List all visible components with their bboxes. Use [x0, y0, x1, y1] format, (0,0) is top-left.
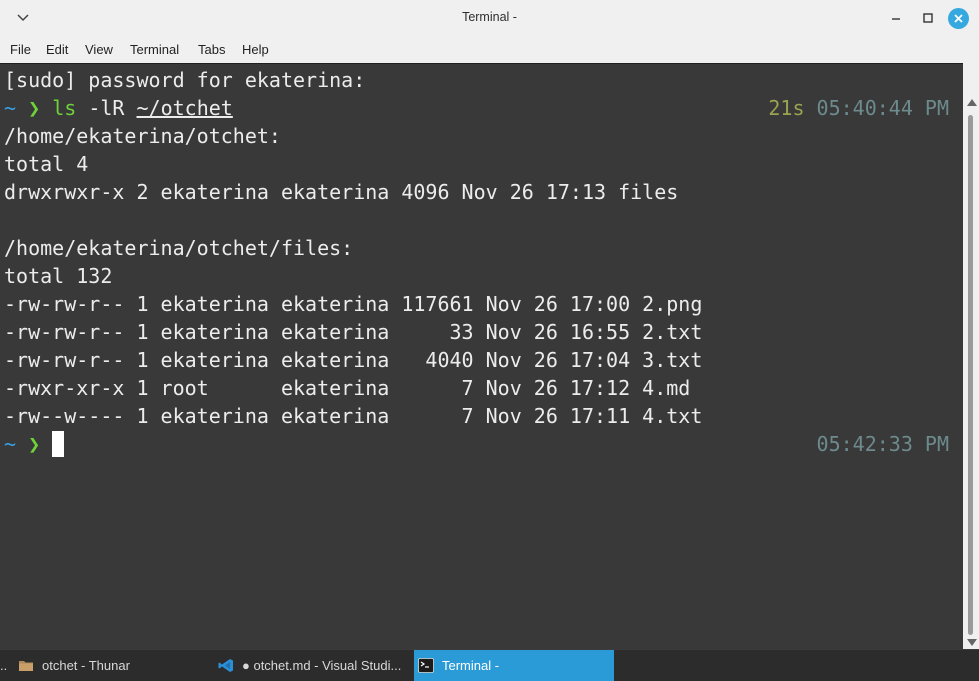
folder-icon	[19, 661, 33, 671]
window-title: Terminal -	[462, 10, 517, 24]
vscode-icon	[218, 659, 233, 672]
maximize-icon[interactable]	[918, 8, 938, 28]
command-flags: -lR	[76, 96, 137, 120]
taskbar-item-terminal[interactable]: Terminal -	[414, 650, 614, 681]
taskbar-overflow[interactable]: ..	[0, 650, 14, 681]
sudo-line: [sudo] password for ekaterina:	[4, 68, 366, 92]
output-line: /home/ekaterina/otchet/files:	[4, 236, 354, 260]
menu-terminal[interactable]: Terminal	[130, 42, 179, 57]
command-path: ~/otchet	[136, 96, 233, 120]
menu-edit[interactable]: Edit	[46, 42, 68, 57]
text-cursor	[52, 431, 65, 457]
output-line: -rw-rw-r-- 1 ekaterina ekaterina 33 Nov …	[4, 320, 703, 344]
menu-view[interactable]: View	[85, 42, 113, 57]
vertical-scrollbar[interactable]	[963, 63, 979, 649]
prompt-time: 05:42:33 PM	[816, 432, 949, 456]
command-line-1: ~ ❯ ls -lR ~/otchet	[4, 94, 233, 122]
menu-help[interactable]: Help	[242, 42, 269, 57]
output-line: total 4	[4, 152, 89, 176]
command-time: 05:40:44 PM	[816, 96, 949, 120]
command-program: ls	[52, 96, 77, 120]
scroll-down-arrow-icon[interactable]	[967, 639, 977, 646]
output-line: drwxrwxr-x 2 ekaterina ekaterina 4096 No…	[4, 180, 679, 204]
taskbar: .. otchet - Thunar ● otchet.md - Visual …	[0, 649, 979, 681]
menu-file[interactable]: File	[10, 42, 31, 57]
taskbar-item-thunar[interactable]: otchet - Thunar	[14, 650, 214, 681]
terminal-output[interactable]: [sudo] password for ekaterina: ~ ❯ ls -l…	[0, 63, 963, 649]
menu-bar: File Edit View Terminal Tabs Help	[0, 38, 979, 62]
taskbar-item-vscode[interactable]: ● otchet.md - Visual Studi...	[214, 650, 414, 681]
taskbar-item-label: Terminal -	[442, 658, 500, 673]
scroll-up-arrow-icon[interactable]	[967, 99, 977, 106]
prompt-chevron: ❯	[28, 96, 41, 120]
prompt-chevron: ❯	[28, 432, 41, 456]
scroll-thumb[interactable]	[968, 115, 973, 635]
terminal-window: Terminal - File Edit View Terminal Tabs …	[0, 0, 979, 649]
output-line: total 132	[4, 264, 113, 288]
menu-tabs[interactable]: Tabs	[198, 42, 225, 57]
minimize-icon[interactable]	[886, 8, 906, 28]
taskbar-overflow-label: ..	[0, 658, 8, 673]
command-line-2: ~ ❯	[4, 430, 65, 458]
taskbar-item-label: ● otchet.md - Visual Studi...	[242, 658, 402, 673]
output-line: -rw--w---- 1 ekaterina ekaterina 7 Nov 2…	[4, 404, 703, 428]
prompt-tilde: ~	[4, 432, 17, 456]
close-icon[interactable]	[948, 8, 969, 29]
output-line: -rwxr-xr-x 1 root ekaterina 7 Nov 26 17:…	[4, 376, 691, 400]
prompt-tilde: ~	[4, 96, 17, 120]
output-line: /home/ekaterina/otchet:	[4, 124, 281, 148]
output-line: -rw-rw-r-- 1 ekaterina ekaterina 117661 …	[4, 292, 703, 316]
terminal-icon	[418, 658, 434, 673]
command-duration: 21s	[768, 96, 805, 120]
title-bar[interactable]: Terminal -	[0, 0, 979, 36]
command-2-status: 05:42:33 PM	[817, 430, 949, 458]
taskbar-item-label: otchet - Thunar	[42, 658, 130, 673]
output-line: -rw-rw-r-- 1 ekaterina ekaterina 4040 No…	[4, 348, 703, 372]
command-1-status: 21s 05:40:44 PM	[768, 94, 949, 122]
